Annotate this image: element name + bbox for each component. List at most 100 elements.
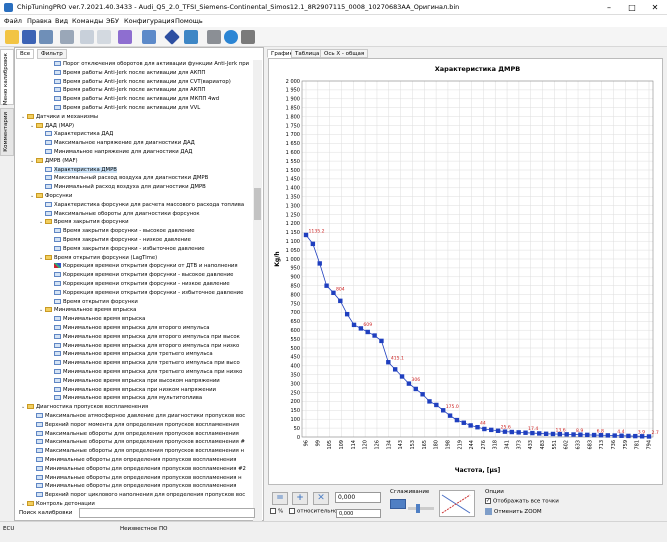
tree-item[interactable]: Минимальное время впрыска при высоком на…: [48, 377, 220, 386]
data-label: 415.1: [391, 356, 404, 362]
tree-item[interactable]: Минимальный расход воздуха для диагности…: [39, 183, 206, 192]
tree-item[interactable]: Время открытия форсунки: [48, 298, 138, 307]
add-button[interactable]: +: [292, 492, 308, 505]
tree-item[interactable]: Максимальное атмосферное давление для ди…: [30, 412, 245, 421]
tree-item[interactable]: Порог отключения оборотов для активации …: [48, 60, 249, 69]
tree-item[interactable]: Время закрытия форсунки - избыточное дав…: [48, 245, 205, 254]
tree-item[interactable]: Коррекция времени открытия форсунки - вы…: [48, 271, 233, 280]
open-icon[interactable]: [5, 30, 19, 44]
send-icon[interactable]: [184, 30, 198, 44]
tree-item[interactable]: Время работы Anti-Jerk после активации д…: [48, 69, 205, 78]
tree-item[interactable]: ⌄ ДМРВ (MAF): [30, 157, 78, 166]
tree-item[interactable]: Минимальное время впрыска для второго им…: [48, 324, 209, 333]
menu-view[interactable]: Вид: [55, 17, 68, 25]
checksum-icon[interactable]: [164, 29, 180, 45]
smoothing-button[interactable]: [390, 499, 406, 509]
tree-item[interactable]: ⌄ Время закрытия форсунки: [39, 218, 129, 227]
tree-item[interactable]: ⌄ ДАД (MAP): [30, 122, 74, 131]
settings-icon[interactable]: [241, 30, 255, 44]
tools-icon[interactable]: [207, 30, 221, 44]
tree-item[interactable]: ⌄ Время открытия форсунки (LagTime): [39, 254, 157, 263]
tab-table[interactable]: Таблица: [291, 49, 324, 58]
menu-edit[interactable]: Правка: [27, 17, 52, 25]
tree-item[interactable]: Время закрытия форсунки - низкое давлени…: [48, 236, 191, 245]
paste-icon[interactable]: [97, 30, 111, 44]
tree-item[interactable]: ⌄ Датчики и механизмы: [21, 113, 98, 122]
maximize-button[interactable]: □: [621, 2, 643, 13]
tree-item[interactable]: Минимальные обороты для определения проп…: [30, 465, 246, 474]
tree-item[interactable]: Коррекция времени открытия форсунки - из…: [48, 289, 243, 298]
tree-item[interactable]: ⌄ Диагностика пропусков воспламенения: [21, 403, 148, 412]
tree-item[interactable]: Максимальный расход воздуха для диагност…: [39, 174, 208, 183]
relative-checkbox[interactable]: относительно: [289, 508, 337, 515]
ecu-icon[interactable]: [142, 30, 156, 44]
y-tick-label: 1 700: [286, 132, 300, 138]
tab-axis-x[interactable]: Ось X - общая: [320, 49, 369, 58]
menu-commands[interactable]: Команды: [72, 17, 103, 25]
tab-calibrations[interactable]: Меню калибровок: [0, 49, 14, 105]
tree-item[interactable]: Максимальные обороты для определения про…: [30, 430, 239, 439]
tree-item[interactable]: Минимальные обороты для определения проп…: [30, 474, 242, 483]
equal-button[interactable]: =: [272, 492, 288, 505]
cancel-zoom-button[interactable]: Отменить ZOOM: [485, 508, 542, 515]
menu-configuration[interactable]: Конфигурация: [124, 17, 175, 25]
menu-file[interactable]: Файл: [4, 17, 22, 25]
percent-checkbox[interactable]: %: [270, 508, 283, 515]
menu-help[interactable]: Помощь: [175, 17, 203, 25]
tree-item[interactable]: Коррекция времени открытия форсунки от Д…: [48, 262, 238, 271]
y-tick-label: 1 050: [286, 248, 300, 254]
tree-item[interactable]: Время работы Anti-Jerk после активации д…: [48, 78, 231, 87]
smoothing-slider[interactable]: [408, 504, 434, 513]
filter-tab-filter[interactable]: Фильтр: [37, 49, 67, 59]
filter-tab-all[interactable]: Все: [16, 49, 35, 59]
print-icon[interactable]: [60, 30, 74, 44]
menu-ecu[interactable]: ЭБУ: [106, 17, 119, 25]
search-input[interactable]: [79, 508, 255, 518]
multiply-button[interactable]: ✕: [313, 492, 329, 505]
tree-item[interactable]: Минимальное время впрыска для второго им…: [48, 342, 239, 351]
tree-item[interactable]: Характеристика ДМРВ: [39, 166, 117, 175]
data-point: [626, 433, 631, 439]
tree-scroll-thumb[interactable]: [254, 188, 261, 220]
relative-input[interactable]: 0,000: [336, 509, 381, 518]
tree-item[interactable]: Минимальные обороты для определения проп…: [30, 482, 236, 491]
tab-comments[interactable]: Комментарии: [0, 108, 14, 156]
tree-item[interactable]: Минимальное время впрыска: [48, 315, 145, 324]
chart-area[interactable]: Характеристика ДМРВ 0 50 100 150 200 250 300 350…: [268, 58, 663, 485]
copy-icon[interactable]: [80, 30, 94, 44]
tree-item[interactable]: ⌄ Минимальное время впрыска: [39, 306, 136, 315]
tree-item[interactable]: Минимальное время впрыска для мультитопл…: [48, 394, 202, 403]
tree-item[interactable]: Характеристика ДАД: [39, 130, 113, 139]
tree-item[interactable]: Коррекция времени открытия форсунки - ни…: [48, 280, 230, 289]
help-icon[interactable]: [224, 30, 238, 44]
tree-item[interactable]: Время работы Anti-Jerk после активации д…: [48, 104, 200, 113]
save-as-icon[interactable]: [39, 30, 53, 44]
parameter-icon: [54, 369, 61, 374]
tree-item[interactable]: Минимальное время впрыска для второго им…: [48, 333, 240, 342]
tree-item[interactable]: Максимальные обороты для определения про…: [30, 438, 245, 447]
tree-item[interactable]: Время работы Anti-Jerk после активации д…: [48, 95, 219, 104]
tree-item-label: Время работы Anti-Jerk после активации д…: [63, 78, 231, 85]
tree-item[interactable]: Минимальное напряжение для диагностики Д…: [39, 148, 192, 157]
tree-item[interactable]: Время закрытия форсунки - высокое давлен…: [48, 227, 195, 236]
tree-item[interactable]: Характеристика форсунки для расчета масс…: [39, 201, 244, 210]
tree-scrollbar[interactable]: [253, 60, 262, 526]
compare-icon[interactable]: [118, 30, 132, 44]
tree-item[interactable]: Минимальное время впрыска для третьего и…: [48, 350, 213, 359]
tree-item[interactable]: Верхний порог момента для определения пр…: [30, 421, 239, 430]
minimize-button[interactable]: –: [598, 2, 620, 13]
tree-item[interactable]: Верхний порог циклового наполнения для о…: [30, 491, 245, 500]
tree-item[interactable]: Время работы Anti-Jerk после активации д…: [48, 86, 205, 95]
tree-item[interactable]: Минимальное время впрыска для третьего и…: [48, 359, 240, 368]
show-all-points-checkbox[interactable]: ✓ Отображать все точки: [485, 498, 559, 505]
tree-item[interactable]: Минимальные обороты для определения проп…: [30, 456, 236, 465]
tree-item[interactable]: Максимальные обороты для диагностики фор…: [39, 210, 200, 219]
tree-item[interactable]: Минимальное время впрыска для третьего и…: [48, 368, 242, 377]
tree-item[interactable]: Минимальное время впрыска при низком нап…: [48, 386, 216, 395]
tree-item[interactable]: Максимальные обороты для определения про…: [30, 447, 244, 456]
close-button[interactable]: ✕: [644, 2, 666, 13]
save-icon[interactable]: [22, 30, 36, 44]
tree-item[interactable]: ⌄ Форсунки: [30, 192, 72, 201]
value-input[interactable]: 0,000: [335, 492, 381, 503]
tree-item[interactable]: Максимальное напряжение для диагностики …: [39, 139, 195, 148]
